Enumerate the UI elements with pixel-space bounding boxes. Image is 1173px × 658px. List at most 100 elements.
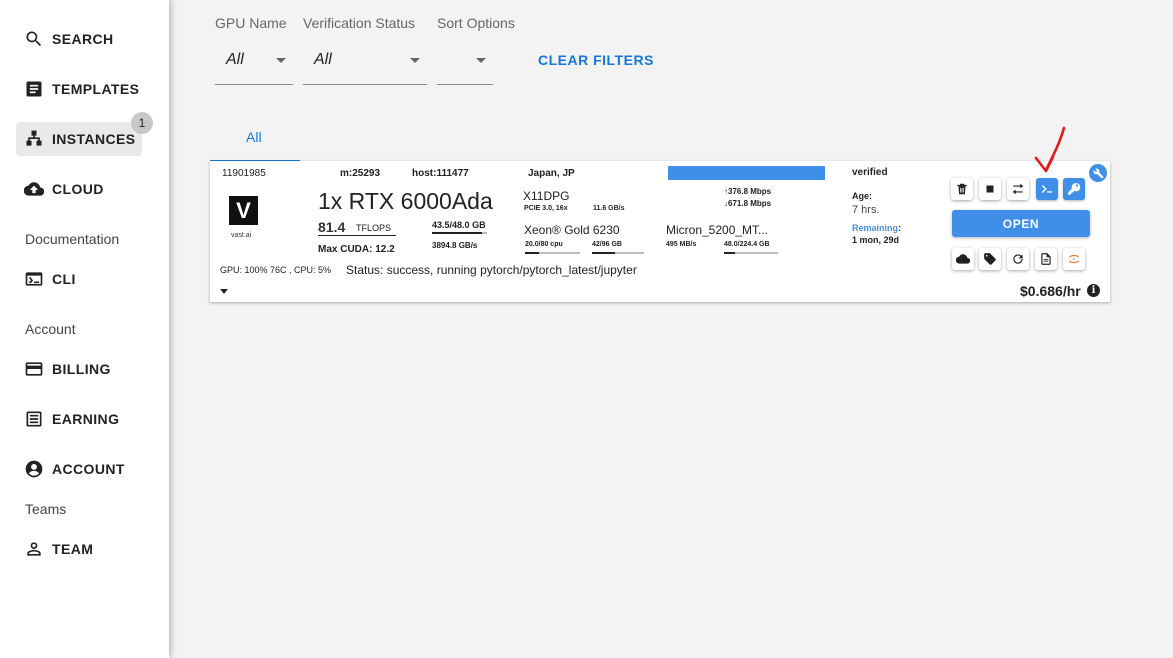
sidebar-item-templates[interactable]: TEMPLATES — [16, 72, 142, 106]
sort-options-select[interactable] — [437, 44, 493, 85]
refresh-icon — [1013, 254, 1023, 264]
sidebar-item-team[interactable]: TEAM — [16, 532, 142, 566]
account-circle-icon — [24, 459, 44, 479]
sidebar-item-label: TEMPLATES — [52, 81, 140, 97]
sidebar-item-label: TEAM — [52, 541, 94, 557]
max-cuda: Max CUDA: 12.2 — [318, 244, 395, 255]
chevron-down-icon — [276, 58, 286, 63]
pcie-info: PCIE 3.0, 16x — [524, 205, 568, 212]
person-icon — [24, 539, 44, 559]
tab-label: All — [246, 129, 262, 145]
disk-usage-bar — [724, 252, 778, 254]
disk-speed: 495 MB/s — [666, 241, 697, 248]
pcie-speed: 11.6 GB/s — [593, 205, 625, 212]
vram-unit: GB — [472, 220, 486, 230]
verification-status-value: All — [314, 51, 332, 68]
credit-card-icon — [24, 359, 44, 379]
section-account: Account — [25, 321, 76, 337]
sidebar-item-cloud[interactable]: CLOUD — [16, 172, 142, 206]
gpu-stats: GPU: 100% 76C , CPU: 5% — [220, 265, 332, 275]
swap-arrows-icon — [1012, 183, 1024, 195]
sidebar: SEARCH TEMPLATES INSTANCES 1 CLOUD Docum… — [0, 0, 169, 658]
instances-icon — [24, 129, 44, 149]
open-button[interactable]: OPEN — [952, 210, 1090, 237]
instances-count-badge: 1 — [131, 112, 153, 134]
sidebar-item-billing[interactable]: BILLING — [16, 352, 142, 386]
key-icon — [1068, 183, 1081, 195]
logs-button[interactable] — [1035, 248, 1057, 270]
sidebar-item-label: EARNING — [52, 411, 120, 427]
verification-status-select[interactable]: All — [303, 44, 427, 85]
tab-all[interactable]: All — [210, 120, 300, 162]
upload-value: 376.8 Mbps — [728, 187, 772, 196]
transfer-button[interactable] — [1007, 178, 1029, 200]
cpu-usage: 20.0/80 cpu — [525, 241, 563, 248]
sidebar-item-account[interactable]: ACCOUNT — [16, 452, 142, 486]
verified-status: verified — [852, 167, 888, 178]
gpu-bandwidth: 3894.8 GB/s — [432, 241, 478, 250]
age-value: 7 hrs. — [852, 204, 880, 216]
sidebar-item-search[interactable]: SEARCH — [16, 22, 142, 56]
sidebar-item-label: SEARCH — [52, 31, 114, 47]
tflops-unit: TFLOPS — [356, 223, 392, 233]
ram-usage-fill — [592, 252, 615, 254]
jupyter-button[interactable] — [1063, 248, 1085, 270]
cloud-sync-button[interactable] — [952, 248, 974, 270]
jupyter-icon — [1068, 254, 1080, 264]
remaining-label-group: Remaining: — [852, 223, 902, 233]
vast-logo: V — [229, 196, 258, 225]
sidebar-item-label: ACCOUNT — [52, 461, 125, 477]
settings-wrench-button[interactable] — [1089, 164, 1107, 182]
templates-icon — [24, 79, 44, 99]
ram-usage: 42/96 GB — [592, 241, 622, 248]
trash-icon — [957, 183, 967, 195]
gpu-name-select[interactable]: All — [215, 44, 293, 85]
cpu-usage-fill — [525, 252, 539, 254]
label-button[interactable] — [979, 248, 1001, 270]
section-teams: Teams — [25, 501, 67, 517]
provider-name: vast.ai — [231, 232, 252, 239]
network-bar — [668, 166, 825, 180]
annotation-arrow — [1034, 126, 1066, 173]
vram-usage: 43.5/48.0 GB — [432, 220, 486, 230]
sidebar-item-label: INSTANCES — [52, 131, 136, 147]
remaining-value: 1 mon, 29d — [852, 235, 900, 245]
reboot-button[interactable] — [1007, 248, 1029, 270]
cloud-upload-icon — [24, 179, 44, 199]
terminal-icon — [1041, 185, 1053, 193]
host-id: host:111477 — [412, 168, 469, 179]
sidebar-item-earning[interactable]: EARNING — [16, 402, 142, 436]
instance-id: 11901985 — [222, 168, 266, 179]
sort-options-label: Sort Options — [437, 15, 515, 31]
verification-status-label: Verification Status — [303, 15, 416, 31]
vram-usage-bar — [432, 232, 487, 234]
motherboard: X11DPG — [523, 189, 570, 203]
list-icon — [24, 409, 44, 429]
sidebar-item-label: CLOUD — [52, 181, 104, 197]
wrench-icon — [1092, 168, 1104, 179]
clear-filters-button[interactable]: CLEAR FILTERS — [538, 52, 654, 68]
info-icon[interactable]: i — [1087, 284, 1100, 297]
tag-icon — [984, 253, 996, 265]
delete-button[interactable] — [951, 178, 973, 200]
age-label: Age: — [852, 191, 872, 201]
disk-usage: 48.0/224.4 GB — [724, 241, 770, 248]
sidebar-item-cli[interactable]: CLI — [16, 262, 142, 296]
cpu-usage-bar — [525, 252, 580, 254]
cpu-name: Xeon® Gold 6230 — [524, 223, 620, 237]
stop-icon — [986, 185, 994, 193]
ram-usage-bar — [592, 252, 644, 254]
tflops-underline — [318, 235, 396, 236]
cloud-icon — [956, 254, 970, 264]
price: $0.686/hr — [1020, 283, 1081, 299]
location: Japan, JP — [528, 168, 575, 179]
instance-card: 11901985 m:25293 host:111477 Japan, JP V… — [210, 161, 1110, 302]
ssh-key-button[interactable] — [1063, 178, 1085, 200]
gpu-name-value: All — [226, 51, 244, 68]
upload-speed: ↑376.8 Mbps — [724, 187, 771, 196]
sidebar-item-instances[interactable]: INSTANCES — [16, 122, 142, 156]
terminal-button[interactable] — [1036, 178, 1058, 200]
stop-button[interactable] — [979, 178, 1001, 200]
expand-caret-icon[interactable] — [220, 289, 228, 294]
vram-usage-fill — [432, 232, 482, 234]
